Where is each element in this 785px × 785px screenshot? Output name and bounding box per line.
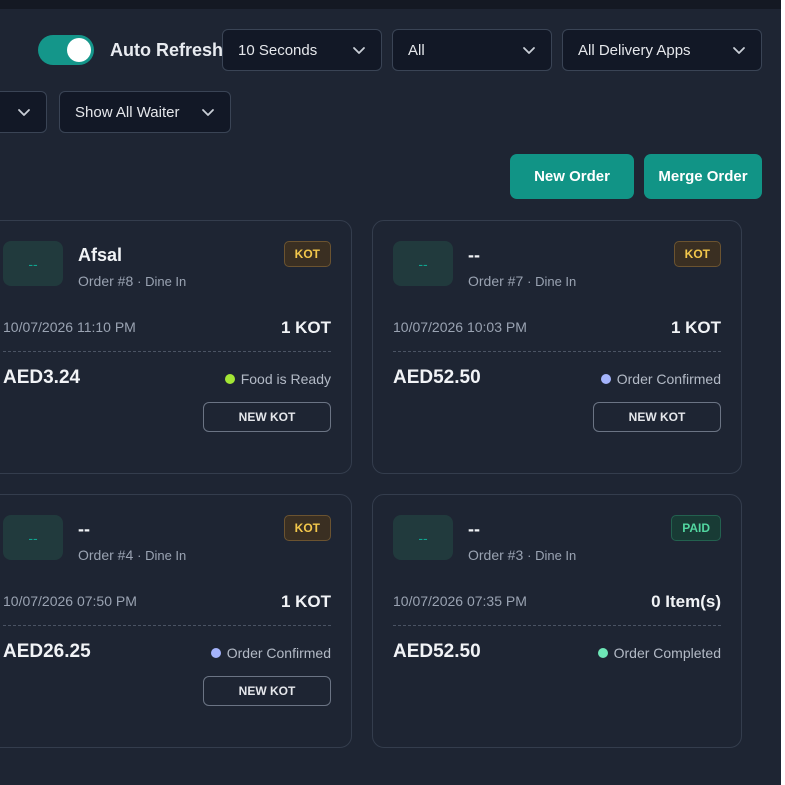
refresh-interval-select[interactable]: 10 Seconds bbox=[222, 29, 382, 71]
auto-refresh-label: Auto Refresh bbox=[110, 40, 224, 60]
chevron-down-icon bbox=[200, 104, 216, 120]
table-avatar: -- bbox=[3, 515, 63, 560]
delivery-apps-select[interactable]: All Delivery Apps bbox=[562, 29, 762, 71]
order-status: Food is Ready bbox=[224, 371, 331, 387]
order-number: Order #8 bbox=[78, 273, 134, 289]
order-number: Order #7 bbox=[468, 273, 524, 289]
order-filter-value: All bbox=[408, 41, 425, 59]
new-kot-button[interactable]: NEW KOT bbox=[203, 402, 331, 432]
status-dot-icon bbox=[600, 374, 611, 384]
order-card-4[interactable]: -- -- Order #4 · Dine In KOT 10/07/2026 … bbox=[0, 494, 352, 748]
order-meta: Order #7 · Dine In bbox=[468, 273, 576, 289]
order-type: · Dine In bbox=[527, 548, 577, 563]
order-status: Order Completed bbox=[597, 645, 721, 661]
chevron-down-icon bbox=[351, 42, 367, 58]
toggle-knob bbox=[67, 38, 91, 62]
chevron-down-icon bbox=[521, 42, 537, 58]
top-bar bbox=[0, 0, 781, 9]
table-avatar: -- bbox=[3, 241, 63, 286]
waiter-filter-select[interactable]: Show All Waiter bbox=[59, 91, 231, 133]
order-datetime: 10/07/2026 11:10 PM bbox=[3, 319, 136, 335]
order-type: · Dine In bbox=[527, 274, 577, 289]
auto-refresh-toggle[interactable] bbox=[38, 35, 94, 65]
status-badge: PAID bbox=[671, 515, 721, 541]
table-avatar: -- bbox=[393, 241, 453, 286]
order-amount: AED26.25 bbox=[3, 641, 91, 662]
order-status-text: Order Confirmed bbox=[616, 371, 721, 387]
order-type: · Dine In bbox=[137, 274, 187, 289]
new-order-button[interactable]: New Order bbox=[510, 154, 634, 199]
order-status-text: Order Completed bbox=[613, 645, 721, 661]
customer-name: -- bbox=[78, 519, 90, 539]
kot-count: 1 KOT bbox=[280, 592, 331, 611]
new-kot-button[interactable]: NEW KOT bbox=[593, 402, 721, 432]
order-card-3[interactable]: -- -- Order #3 · Dine In PAID 10/07/2026… bbox=[372, 494, 742, 748]
order-datetime: 10/07/2026 07:50 PM bbox=[3, 593, 137, 609]
status-dot-icon bbox=[597, 648, 608, 658]
card-divider bbox=[393, 351, 721, 352]
order-amount: AED52.50 bbox=[393, 641, 481, 662]
order-card-8[interactable]: -- Afsal Order #8 · Dine In KOT 10/07/20… bbox=[0, 220, 352, 474]
delivery-apps-value: All Delivery Apps bbox=[578, 41, 691, 59]
customer-name: -- bbox=[468, 519, 480, 539]
order-number: Order #4 bbox=[78, 547, 134, 563]
order-amount: AED3.24 bbox=[3, 367, 81, 388]
order-filter-select[interactable]: All bbox=[392, 29, 552, 71]
order-datetime: 10/07/2026 10:03 PM bbox=[393, 319, 527, 335]
order-card-7[interactable]: -- -- Order #7 · Dine In KOT 10/07/2026 … bbox=[372, 220, 742, 474]
order-datetime: 10/07/2026 07:35 PM bbox=[393, 593, 527, 609]
new-kot-button[interactable]: NEW KOT bbox=[203, 676, 331, 706]
order-status-text: Food is Ready bbox=[240, 371, 331, 387]
status-badge: KOT bbox=[283, 241, 331, 267]
table-avatar: -- bbox=[393, 515, 453, 560]
status-dot-icon bbox=[210, 648, 221, 658]
status-dot-icon bbox=[224, 374, 235, 384]
customer-name: Afsal bbox=[78, 245, 123, 265]
refresh-interval-value: 10 Seconds bbox=[238, 41, 318, 59]
order-number: Order #3 bbox=[468, 547, 524, 563]
pos-orders-panel: Auto Refresh 10 Seconds All All Delivery… bbox=[0, 0, 781, 785]
order-type: · Dine In bbox=[137, 548, 187, 563]
status-badge: KOT bbox=[283, 515, 331, 541]
waiter-filter-value: Show All Waiter bbox=[75, 103, 180, 121]
order-meta: Order #8 · Dine In bbox=[78, 273, 186, 289]
chevron-down-icon bbox=[731, 42, 747, 58]
order-status: Order Confirmed bbox=[600, 371, 721, 387]
chevron-down-icon bbox=[16, 104, 32, 120]
merge-order-button[interactable]: Merge Order bbox=[644, 154, 762, 199]
kot-count: 1 KOT bbox=[670, 318, 721, 337]
order-status-text: Order Confirmed bbox=[226, 645, 331, 661]
kot-count: 1 KOT bbox=[280, 318, 331, 337]
customer-name: -- bbox=[468, 245, 480, 265]
card-divider bbox=[393, 625, 721, 626]
order-amount: AED52.50 bbox=[393, 367, 481, 388]
item-count: 0 Item(s) bbox=[651, 592, 721, 611]
order-meta: Order #4 · Dine In bbox=[78, 547, 186, 563]
card-divider bbox=[3, 625, 331, 626]
order-meta: Order #3 · Dine In bbox=[468, 547, 576, 563]
partial-filter-select[interactable] bbox=[0, 91, 47, 133]
status-badge: KOT bbox=[673, 241, 721, 267]
card-divider bbox=[3, 351, 331, 352]
order-status: Order Confirmed bbox=[210, 645, 331, 661]
